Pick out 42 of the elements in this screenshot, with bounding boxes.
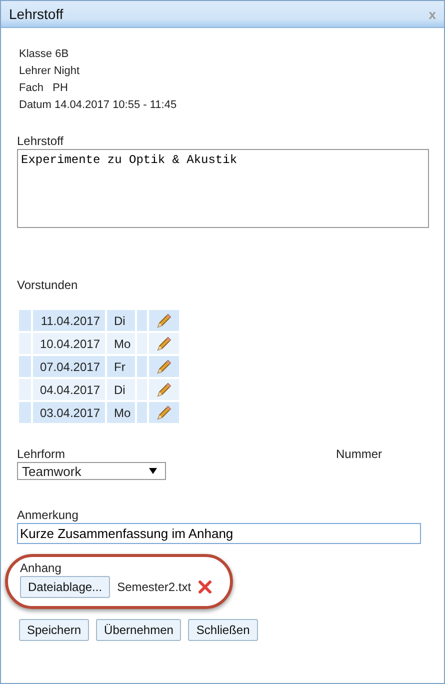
anhang-label: Anhang bbox=[20, 561, 62, 575]
action-button[interactable]: Übernehmen bbox=[96, 619, 182, 641]
pencil-icon[interactable] bbox=[156, 404, 172, 420]
day-cell: Mo bbox=[107, 333, 135, 354]
lehrstoff-label: Lehrstoff bbox=[17, 134, 64, 148]
action-button[interactable]: Schließen bbox=[188, 619, 258, 641]
day-cell: Di bbox=[107, 310, 135, 331]
day-cell: Di bbox=[107, 379, 135, 400]
nummer-label: Nummer bbox=[336, 447, 382, 463]
date-cell: 10.04.2017 bbox=[33, 333, 105, 354]
anmerkung-field[interactable]: Kurze Zusammenfassung im Anhang bbox=[17, 523, 421, 544]
dropdown-arrow-icon bbox=[149, 468, 157, 474]
date-cell: 03.04.2017 bbox=[33, 402, 105, 423]
table-cell bbox=[19, 356, 31, 377]
file-name: Semester2.txt bbox=[117, 580, 192, 594]
lehrstoff-field[interactable]: Experimente zu Optik & Akustik bbox=[17, 149, 429, 228]
date-cell: 07.04.2017 bbox=[33, 356, 105, 377]
date-cell: 11.04.2017 bbox=[33, 310, 105, 331]
file-storage-button[interactable]: Dateiablage... bbox=[20, 576, 110, 598]
action-button[interactable]: Speichern bbox=[19, 619, 90, 641]
pencil-icon[interactable] bbox=[156, 358, 172, 374]
info-text: Lehrer Night bbox=[19, 64, 81, 79]
table-cell bbox=[19, 402, 31, 423]
info-text: Datum 14.04.2017 10:55 - 11:45 bbox=[19, 98, 178, 113]
info-text: Fach PH bbox=[19, 81, 69, 96]
lehrform-dropdown[interactable]: Teamwork bbox=[17, 462, 166, 480]
day-cell: Mo bbox=[107, 402, 135, 423]
info-text: Klasse 6B bbox=[19, 47, 70, 62]
table-cell bbox=[137, 310, 147, 331]
table-cell bbox=[19, 310, 31, 331]
vorstunden-label: Vorstunden bbox=[17, 278, 79, 292]
date-cell: 04.04.2017 bbox=[33, 379, 105, 400]
window-title: Lehrstoff bbox=[9, 6, 64, 22]
lehrform-label: Lehrform bbox=[17, 447, 66, 461]
pencil-icon[interactable] bbox=[156, 312, 172, 328]
table-cell bbox=[137, 402, 147, 423]
table-cell bbox=[137, 356, 147, 377]
delete-icon[interactable] bbox=[198, 580, 212, 594]
pencil-icon[interactable] bbox=[156, 382, 172, 398]
anmerkung-label: Anmerkung bbox=[17, 508, 80, 522]
day-cell: Fr bbox=[107, 356, 135, 377]
pencil-icon[interactable] bbox=[156, 336, 172, 352]
